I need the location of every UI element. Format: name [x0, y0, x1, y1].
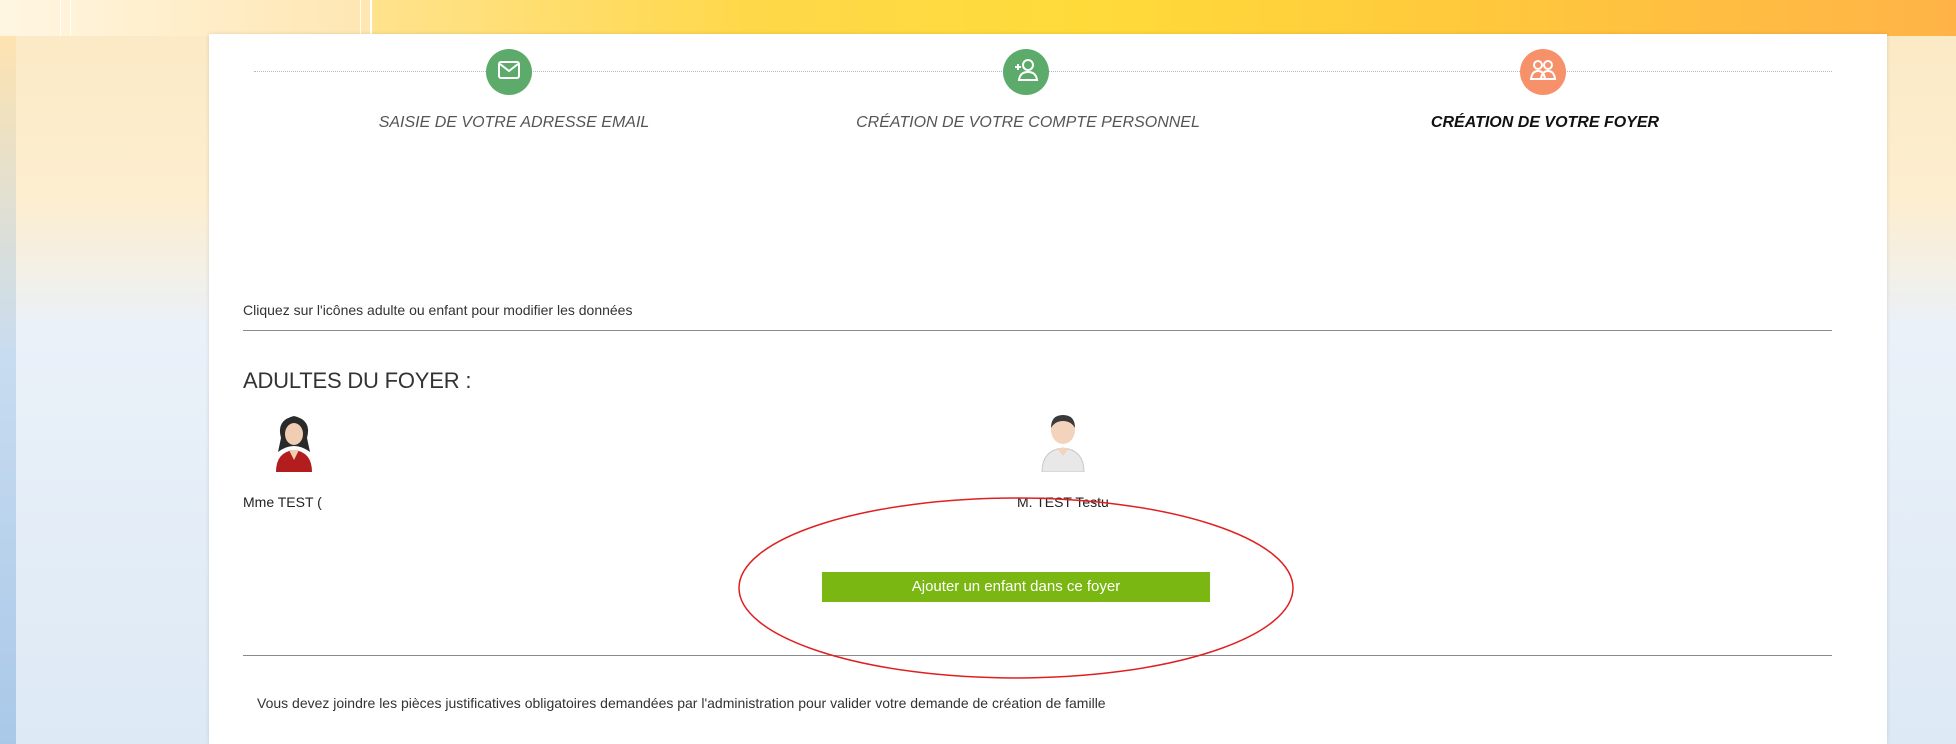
banner-divider [60, 0, 61, 36]
notice-text: Vous devez joindre les pièces justificat… [257, 695, 1106, 711]
step-1-circle [486, 49, 532, 95]
people-icon [1529, 59, 1557, 86]
step-3-circle [1520, 49, 1566, 95]
male-avatar-icon[interactable] [1038, 412, 1088, 473]
instruction-text: Cliquez sur l'icônes adulte ou enfant po… [243, 302, 633, 318]
step-1-label: SAISIE DE VOTRE ADRESSE EMAIL [378, 114, 650, 131]
add-child-button[interactable]: Ajouter un enfant dans ce foyer [822, 572, 1210, 602]
banner-divider [360, 0, 361, 36]
divider [243, 330, 1832, 331]
female-avatar-icon[interactable] [272, 412, 316, 472]
add-person-icon [1013, 58, 1039, 87]
main-panel: SAISIE DE VOTRE ADRESSE EMAIL CRÉATION D… [209, 34, 1887, 744]
envelope-icon [498, 60, 520, 84]
member-name[interactable]: Mme TEST ( [243, 494, 322, 510]
top-banner-left [0, 0, 372, 36]
left-side-decoration [0, 36, 16, 744]
step-2-circle [1003, 49, 1049, 95]
adults-section-title: ADULTES DU FOYER : [243, 368, 472, 393]
divider [243, 655, 1832, 656]
banner-divider [70, 0, 71, 36]
step-2-label: CRÉATION DE VOTRE COMPTE PERSONNEL [856, 114, 1200, 131]
member-name[interactable]: M. TEST Testu [1017, 494, 1109, 510]
step-3-label: CRÉATION DE VOTRE FOYER [1430, 114, 1660, 131]
